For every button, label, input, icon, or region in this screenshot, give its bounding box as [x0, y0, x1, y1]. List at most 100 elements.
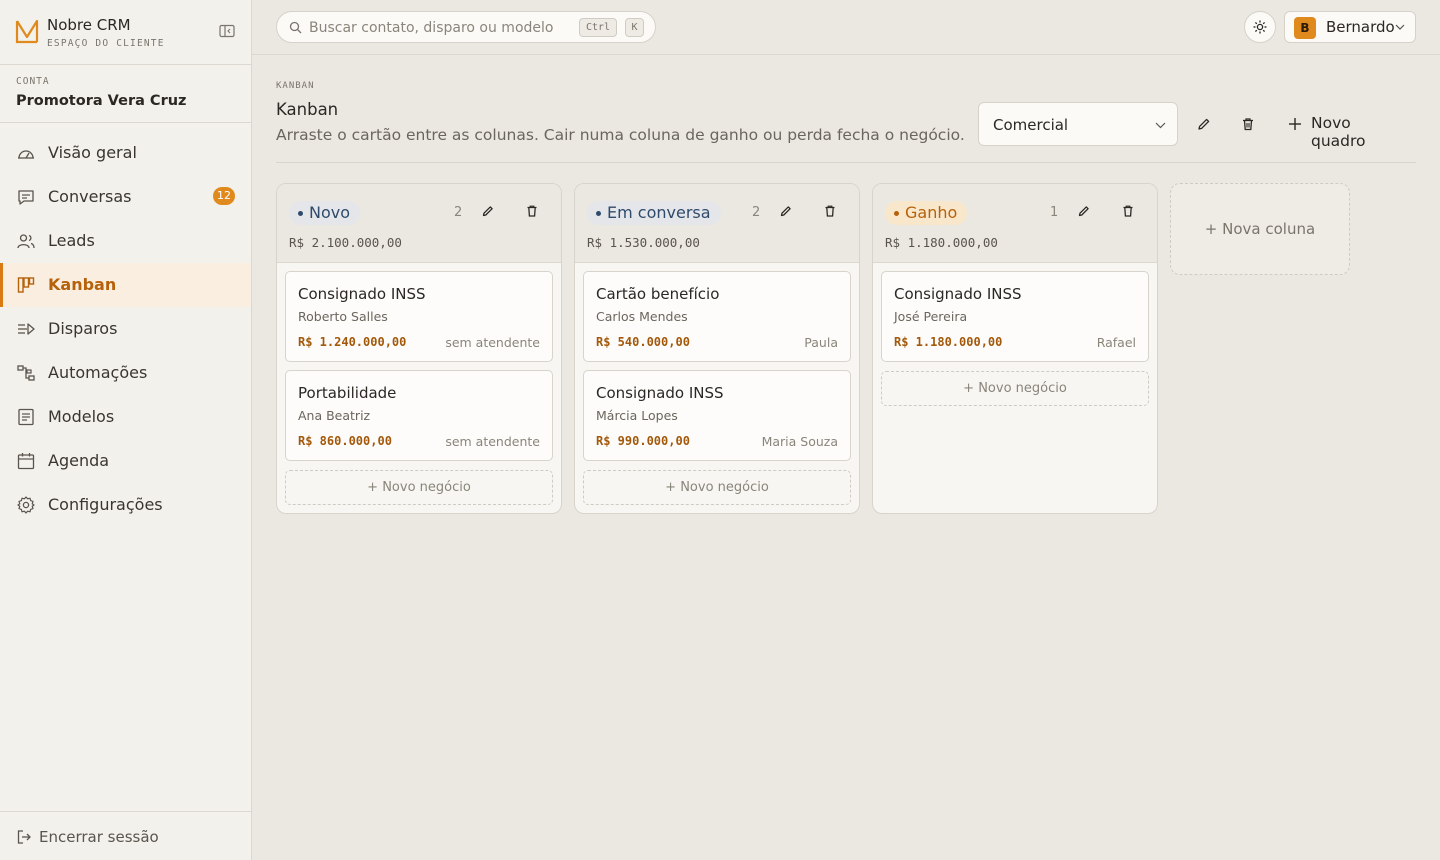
column-count: 2	[752, 205, 761, 220]
new-board-button[interactable]: Novo quadro	[1284, 108, 1408, 150]
column-name: Ganho	[885, 201, 968, 225]
pencil-icon[interactable]	[1077, 204, 1091, 218]
column-total: R$ 1.180.000,00	[885, 235, 998, 250]
deal-contact: Carlos Mendes	[596, 309, 688, 324]
deal-title: Consignado INSS	[894, 285, 1022, 303]
column-header: Novo 2 R$ 2.100.000,00	[277, 184, 561, 263]
brand-logo-icon	[15, 19, 39, 44]
sidebar-item-visao-geral[interactable]: Visão geral	[0, 131, 251, 175]
search-icon	[289, 21, 302, 34]
user-menu-button[interactable]: B Bernardo	[1284, 11, 1416, 43]
logout-button[interactable]: Encerrar sessão	[0, 811, 251, 860]
deal-value: R$ 540.000,00	[596, 335, 690, 349]
sidebar-item-label: Conversas	[48, 187, 132, 206]
workflow-icon	[17, 365, 35, 381]
deal-card[interactable]: Cartão benefício Carlos Mendes R$ 540.00…	[583, 271, 851, 362]
kanban-column-ganho: Ganho 1 R$ 1.180.000,00 Consignado INSS …	[872, 183, 1158, 514]
search-input[interactable]	[309, 17, 569, 39]
plus-icon: +	[963, 381, 979, 396]
kanban-icon	[17, 277, 35, 293]
column-count: 1	[1050, 205, 1059, 220]
kanban-column-em-conversa: Em conversa 2 R$ 1.530.000,00 Cartão ben…	[574, 183, 860, 514]
shortcut-k-key: K	[625, 18, 644, 37]
sidebar-nav: Visão geral Conversas 12 Leads Kanban Di…	[0, 131, 251, 527]
new-deal-button[interactable]: + Novo negócio	[881, 371, 1149, 406]
sun-icon	[1253, 20, 1267, 34]
new-deal-button[interactable]: + Novo negócio	[583, 470, 851, 505]
plus-icon	[1289, 118, 1301, 130]
account-label: CONTA	[16, 76, 50, 87]
column-name: Novo	[289, 201, 361, 225]
template-icon	[18, 408, 34, 426]
sidebar-item-label: Automações	[48, 363, 148, 382]
sidebar-item-label: Agenda	[48, 451, 110, 470]
new-board-label: Novo quadro	[1311, 114, 1366, 150]
delete-board-button[interactable]	[1232, 108, 1264, 140]
deal-card[interactable]: Consignado INSS José Pereira R$ 1.180.00…	[881, 271, 1149, 362]
chevron-down-icon	[1395, 24, 1405, 30]
collapse-sidebar-icon[interactable]	[219, 24, 235, 38]
plus-icon: +	[367, 480, 383, 495]
sidebar-item-configuracoes[interactable]: Configurações	[0, 483, 251, 527]
board-select[interactable]: Comercial	[978, 102, 1178, 146]
deal-card[interactable]: Consignado INSS Roberto Salles R$ 1.240.…	[285, 271, 553, 362]
deal-contact: José Pereira	[894, 309, 968, 324]
new-deal-label: Novo negócio	[382, 480, 471, 495]
new-deal-button[interactable]: + Novo negócio	[285, 470, 553, 505]
pencil-icon[interactable]	[779, 204, 793, 218]
pencil-icon[interactable]	[481, 204, 495, 218]
page-description: Arraste o cartão entre as colunas. Cair …	[276, 126, 965, 144]
deal-contact: Márcia Lopes	[596, 408, 678, 423]
unread-badge: 12	[213, 187, 235, 205]
deal-owner: Rafael	[1096, 335, 1136, 350]
sidebar-item-label: Disparos	[48, 319, 118, 338]
sidebar-item-label: Visão geral	[48, 143, 137, 162]
deal-title: Consignado INSS	[298, 285, 426, 303]
deal-card[interactable]: Portabilidade Ana Beatriz R$ 860.000,00 …	[285, 370, 553, 461]
user-name: Bernardo	[1326, 18, 1395, 36]
sidebar-item-label: Modelos	[48, 407, 115, 426]
trash-icon[interactable]	[1121, 204, 1135, 218]
brand-name: Nobre CRM	[47, 16, 131, 34]
theme-toggle-button[interactable]	[1244, 11, 1276, 43]
trash-icon[interactable]	[525, 204, 539, 218]
settings-icon	[17, 496, 35, 514]
deal-owner: sem atendente	[445, 434, 540, 449]
board-select-value: Comercial	[993, 116, 1069, 134]
deal-value: R$ 1.180.000,00	[894, 335, 1003, 349]
brand-subtitle: ESPAÇO DO CLIENTE	[47, 38, 165, 49]
column-total: R$ 2.100.000,00	[289, 235, 402, 250]
sidebar-item-leads[interactable]: Leads	[0, 219, 251, 263]
sidebar-item-modelos[interactable]: Modelos	[0, 395, 251, 439]
logout-icon	[17, 830, 31, 844]
trash-icon[interactable]	[823, 204, 837, 218]
sidebar-item-conversas[interactable]: Conversas 12	[0, 175, 251, 219]
deal-value: R$ 1.240.000,00	[298, 335, 407, 349]
sidebar-item-kanban[interactable]: Kanban	[0, 263, 251, 307]
page-eyebrow: KANBAN	[276, 81, 315, 91]
new-deal-label: Novo negócio	[680, 480, 769, 495]
sidebar-item-label: Kanban	[48, 275, 117, 294]
deal-title: Consignado INSS	[596, 384, 724, 402]
sidebar-item-label: Leads	[48, 231, 95, 250]
deal-title: Portabilidade	[298, 384, 397, 402]
sidebar-item-disparos[interactable]: Disparos	[0, 307, 251, 351]
new-column-button[interactable]: + Nova coluna	[1170, 183, 1350, 275]
deal-owner: sem atendente	[445, 335, 540, 350]
column-header: Em conversa 2 R$ 1.530.000,00	[575, 184, 859, 263]
sidebar-item-automacoes[interactable]: Automações	[0, 351, 251, 395]
plus-icon: +	[1204, 220, 1223, 238]
topbar: Ctrl K B Bernardo	[252, 0, 1440, 55]
search-box[interactable]: Ctrl K	[276, 11, 656, 43]
deal-owner: Maria Souza	[761, 434, 838, 449]
chat-icon	[18, 190, 34, 205]
sidebar-item-label: Configurações	[48, 495, 163, 514]
kanban-column-novo: Novo 2 R$ 2.100.000,00 Consignado INSS R…	[276, 183, 562, 514]
new-deal-label: Novo negócio	[978, 381, 1067, 396]
deal-card[interactable]: Consignado INSS Márcia Lopes R$ 990.000,…	[583, 370, 851, 461]
pencil-icon	[1198, 118, 1210, 130]
sidebar-item-agenda[interactable]: Agenda	[0, 439, 251, 483]
edit-board-button[interactable]	[1188, 108, 1220, 140]
users-icon	[17, 234, 35, 249]
send-icon	[18, 323, 35, 335]
